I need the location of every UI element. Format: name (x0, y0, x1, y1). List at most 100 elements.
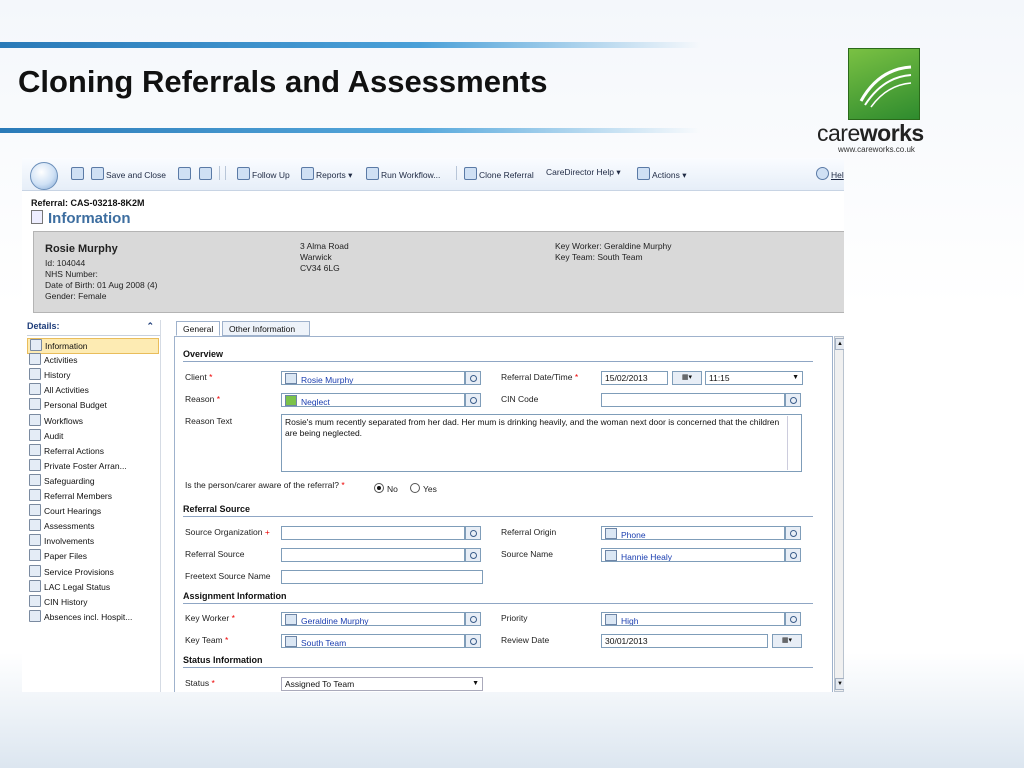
section-status: Status Information (183, 655, 263, 665)
reason-field[interactable]: Neglect (281, 393, 465, 407)
client-field[interactable]: Rosie Murphy (281, 371, 465, 385)
aware-no-radio[interactable]: No (374, 483, 398, 494)
priority-lookup-icon[interactable] (785, 612, 801, 626)
client-dob: Date of Birth: 01 Aug 2008 (4) (45, 280, 158, 290)
referral-date-field[interactable]: 15/02/2013 (601, 371, 668, 385)
nav-item-involvements[interactable]: Involvements (27, 534, 157, 548)
referral-time-field[interactable]: 11:15 ▼ (705, 371, 803, 385)
toolbar-separator (225, 166, 226, 180)
referral-source-lookup-icon[interactable] (465, 548, 481, 562)
reason-text-area[interactable]: Rosie's mum recently separated from her … (281, 414, 802, 472)
nav-item-label: Involvements (44, 536, 95, 547)
section-divider (183, 667, 813, 668)
nav-item-cin-history[interactable]: CIN History (27, 594, 157, 609)
chevron-down-icon: ▼ (792, 374, 799, 381)
nav-item-private-foster-arran[interactable]: Private Foster Arran... (27, 458, 157, 473)
contact-icon (605, 550, 617, 561)
top-accent-bar (0, 42, 700, 48)
client-link[interactable]: Rosie Murphy (301, 375, 353, 384)
textarea-scrollbar[interactable] (787, 416, 800, 470)
nav-item-label: Activities (44, 355, 78, 366)
nav-item-label: Court Hearings (44, 506, 102, 517)
cin-code-field[interactable] (601, 393, 785, 407)
key-worker-link[interactable]: Geraldine Murphy (301, 616, 369, 625)
nav-item-referral-members[interactable]: Referral Members (27, 489, 157, 503)
cin-code-lookup-icon[interactable] (785, 393, 801, 407)
form-scrollbar[interactable]: ▲ ▼ (834, 336, 844, 692)
aware-yes-radio[interactable]: Yes (410, 483, 437, 494)
toolbar-separator (456, 166, 457, 180)
calendar-icon[interactable]: ▦▾ (672, 371, 702, 385)
source-name-link[interactable]: Hannie Healy (621, 552, 672, 561)
nav-item-court-hearings[interactable]: Court Hearings (27, 504, 157, 518)
nav-item-assessments[interactable]: Assessments (27, 519, 157, 533)
calendar-icon[interactable]: ▦▾ (772, 634, 802, 648)
nav-item-label: Referral Members (44, 491, 113, 501)
nav-item-history[interactable]: History (27, 368, 157, 382)
save-and-close-button[interactable]: Save and Close (91, 167, 166, 180)
clone-referral-button[interactable]: Clone Referral (464, 167, 534, 180)
referral-source-field[interactable] (281, 548, 465, 562)
form-section-title: Information (31, 210, 131, 227)
source-name-field[interactable]: Hannie Healy (601, 548, 785, 562)
nav-item-audit[interactable]: Audit (27, 428, 157, 443)
client-gender: Gender: Female (45, 291, 107, 301)
actions-button[interactable]: Actions ▾ (637, 167, 687, 181)
nav-item-all-activities[interactable]: All Activities (27, 383, 157, 397)
aware-label: Is the person/carer aware of the referra… (185, 480, 345, 490)
nav-item-safeguarding[interactable]: Safeguarding (27, 473, 157, 488)
form-icon (31, 210, 43, 224)
priority-field[interactable]: High (601, 612, 785, 626)
freetext-source-field[interactable] (281, 570, 483, 584)
client-lookup-icon[interactable] (465, 371, 481, 385)
review-date-field[interactable]: 30/01/2013 (601, 634, 768, 648)
nav-item-label: LAC Legal Status (44, 581, 111, 592)
nav-item-referral-actions[interactable]: Referral Actions (27, 443, 157, 458)
referral-origin-link[interactable]: Phone (621, 530, 646, 539)
referral-origin-lookup-icon[interactable] (785, 526, 801, 540)
source-org-field[interactable] (281, 526, 465, 540)
workflows-icon (29, 413, 41, 426)
tab-other-information[interactable]: Other Information (222, 321, 310, 336)
key-worker-field[interactable]: Geraldine Murphy (281, 612, 465, 626)
follow-up-button[interactable]: Follow Up (237, 167, 290, 180)
save-new-icon[interactable] (178, 167, 193, 180)
priority-link[interactable]: High (621, 616, 638, 625)
key-worker-lookup-icon[interactable] (465, 612, 481, 626)
referral-origin-field[interactable]: Phone (601, 526, 785, 540)
print-icon[interactable] (199, 167, 214, 180)
key-team-link[interactable]: South Team (301, 638, 346, 647)
collapse-icon[interactable]: ⌃ (146, 321, 154, 332)
nav-item-label: Service Provisions (44, 566, 114, 577)
scroll-down-icon[interactable]: ▼ (835, 678, 844, 690)
nav-item-workflows[interactable]: Workflows (27, 413, 157, 428)
save-icon[interactable] (71, 167, 86, 180)
reason-link[interactable]: Neglect (301, 397, 330, 406)
scroll-up-icon[interactable]: ▲ (835, 338, 844, 350)
caredirector-help-button[interactable]: CareDirector Help ▾ (546, 167, 621, 178)
nav-item-lac-legal-status[interactable]: LAC Legal Status (27, 579, 157, 594)
reason-lookup-icon[interactable] (465, 393, 481, 407)
key-team-lookup-icon[interactable] (465, 634, 481, 648)
status-select[interactable]: Assigned To Team ▼ (281, 677, 483, 691)
referral-form: Overview Client * Rosie Murphy Referral … (174, 336, 833, 692)
nav-item-label: Safeguarding (44, 475, 95, 486)
nav-item-paper-files[interactable]: Paper Files (27, 549, 157, 563)
crm-orb-icon[interactable] (30, 162, 58, 190)
reports-button[interactable]: Reports ▾ (301, 167, 352, 181)
nav-item-information[interactable]: Information (27, 338, 159, 354)
nav-item-activities[interactable]: Activities (27, 353, 157, 367)
key-team-field[interactable]: South Team (281, 634, 465, 648)
help-button[interactable]: Hel (816, 167, 844, 180)
nav-item-service-provisions[interactable]: Service Provisions (27, 564, 157, 579)
nav-item-absences-incl-hospit[interactable]: Absences incl. Hospit... (27, 609, 157, 624)
nav-item-personal-budget[interactable]: Personal Budget (27, 398, 157, 412)
information-icon (30, 339, 42, 351)
key-team-label: Key Team * (185, 635, 229, 645)
tab-general[interactable]: General (176, 321, 220, 336)
source-org-lookup-icon[interactable] (465, 526, 481, 540)
involvements-icon (29, 534, 41, 547)
source-name-lookup-icon[interactable] (785, 548, 801, 562)
run-workflow-button[interactable]: Run Workflow... (366, 167, 440, 180)
nav-item-label: Referral Actions (44, 445, 104, 456)
